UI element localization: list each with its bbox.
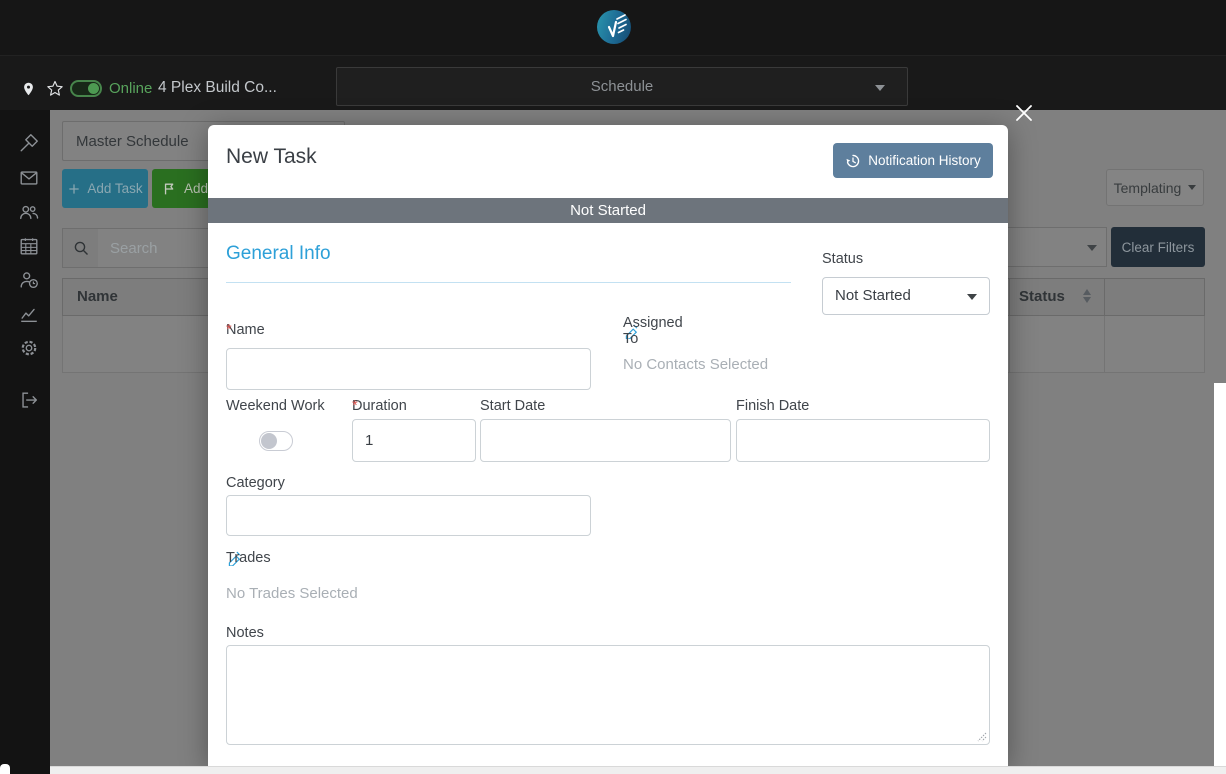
weekend-work-toggle[interactable] — [259, 431, 293, 451]
column-divider — [1009, 279, 1010, 315]
toggle-knob — [261, 433, 277, 449]
add-task-button[interactable]: Add Task — [62, 169, 148, 208]
notification-history-label: Notification History — [868, 153, 981, 168]
status-column-header[interactable]: Status — [1019, 288, 1065, 305]
chevron-down-icon — [875, 85, 885, 91]
notification-history-button[interactable]: Notification History — [833, 143, 993, 178]
vertical-scrollbar[interactable] — [1214, 383, 1226, 766]
horizontal-scrollbar[interactable] — [50, 766, 1226, 774]
assigned-to-label-text: Assigned To — [623, 314, 683, 347]
close-icon — [1016, 105, 1032, 121]
online-toggle[interactable] — [70, 80, 102, 97]
column-divider — [1104, 279, 1105, 315]
templating-button[interactable]: Templating — [1106, 169, 1204, 206]
hammer-icon[interactable] — [18, 132, 40, 154]
scrollbar-corner — [0, 764, 10, 774]
status-label: Status — [822, 251, 864, 267]
name-column-header[interactable]: Name — [77, 288, 118, 305]
add-task-label: Add Task — [87, 181, 143, 196]
line-chart-icon[interactable] — [18, 303, 40, 325]
resize-grip-icon[interactable] — [977, 732, 987, 742]
assigned-to-label: Assigned To — [623, 315, 683, 347]
status-select-value: Not Started — [835, 287, 911, 304]
modal-close-button[interactable] — [1013, 102, 1035, 124]
finish-date-input[interactable] — [736, 419, 990, 462]
page-nav-value: Schedule — [590, 78, 654, 95]
project-name[interactable]: 4 Plex Build Co... — [158, 79, 277, 97]
no-trades-text: No Trades Selected — [226, 585, 358, 602]
sidebar-nav — [0, 110, 50, 774]
search-icon-box — [62, 228, 99, 268]
section-divider — [226, 282, 791, 283]
logo-mark — [607, 14, 627, 38]
team-icon[interactable] — [18, 201, 40, 223]
category-input[interactable] — [226, 495, 591, 536]
name-input[interactable] — [226, 348, 591, 390]
chevron-down-icon — [1087, 245, 1097, 251]
history-icon — [846, 154, 860, 167]
chevron-down-icon — [967, 294, 977, 300]
duration-input[interactable] — [352, 419, 476, 462]
column-divider — [1009, 316, 1010, 372]
online-label: Online — [109, 80, 153, 97]
calendar-icon[interactable] — [18, 235, 40, 257]
column-divider — [1104, 316, 1105, 372]
gear-icon[interactable] — [18, 337, 40, 359]
flag-icon — [164, 183, 174, 194]
notes-field-wrap — [226, 645, 990, 745]
finish-date-label: Finish Date — [736, 398, 810, 414]
sort-icon[interactable] — [1083, 289, 1091, 303]
favorite-star-icon[interactable] — [45, 79, 65, 104]
status-filter-select[interactable] — [1000, 227, 1107, 267]
status-select[interactable]: Not Started — [822, 277, 990, 315]
weekend-work-label: Weekend Work — [226, 398, 325, 414]
modal-title: New Task — [226, 145, 317, 168]
start-date-input[interactable] — [480, 419, 731, 462]
notes-label: Notes — [226, 625, 264, 641]
category-label: Category — [226, 475, 285, 491]
templating-label: Templating — [1113, 179, 1182, 196]
location-pin-icon[interactable] — [21, 79, 36, 104]
required-asterisk: * — [226, 322, 232, 338]
trades-label: Trades — [226, 549, 271, 566]
app-logo-icon[interactable] — [597, 10, 631, 44]
notes-textarea[interactable] — [226, 645, 990, 745]
trades-label-text: Trades — [226, 549, 271, 566]
general-info-section-title: General Info — [226, 243, 331, 264]
status-banner: Not Started — [208, 198, 1008, 223]
plus-icon — [69, 183, 80, 194]
search-icon — [74, 241, 88, 255]
duration-label-text: Duration — [352, 398, 407, 414]
page-nav-select[interactable]: Schedule — [336, 67, 908, 106]
start-date-label: Start Date — [480, 398, 546, 414]
schedule-select-value: Master Schedule — [76, 132, 189, 150]
clear-filters-label: Clear Filters — [1121, 239, 1195, 255]
chevron-down-icon — [1188, 185, 1197, 190]
logout-icon[interactable] — [18, 389, 40, 411]
required-asterisk: * — [352, 398, 358, 414]
toggle-knob — [88, 83, 99, 94]
person-clock-icon[interactable] — [18, 269, 40, 291]
clear-filters-button[interactable]: Clear Filters — [1111, 227, 1205, 267]
no-contacts-text: No Contacts Selected — [623, 356, 769, 373]
new-task-modal: New Task Notification History Not Starte… — [208, 125, 1008, 766]
mail-icon[interactable] — [18, 167, 40, 189]
